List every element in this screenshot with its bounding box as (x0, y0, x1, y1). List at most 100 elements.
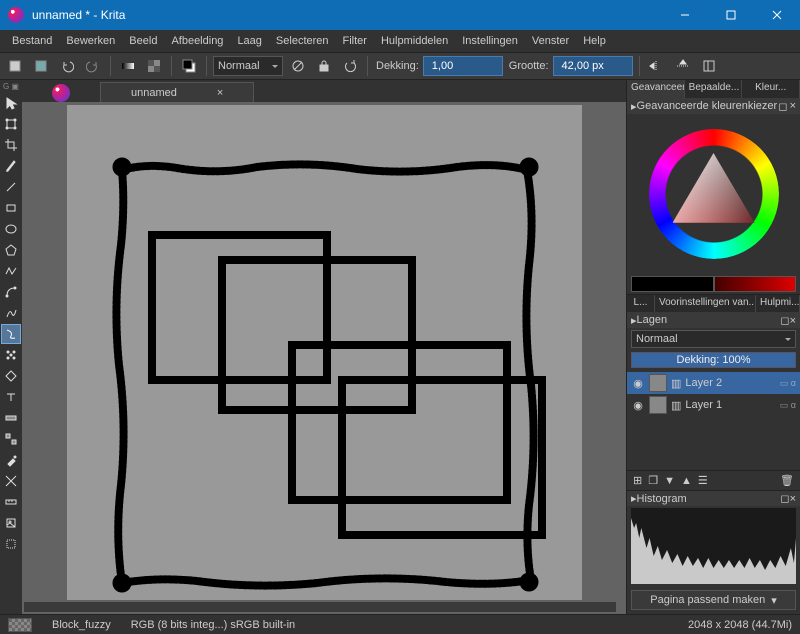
menu-afbeelding[interactable]: Afbeelding (165, 33, 229, 49)
pattern-icon[interactable] (143, 55, 165, 77)
float-layers-icon[interactable]: ◻ (780, 315, 789, 327)
tab-presets[interactable]: Voorinstellingen van... (655, 295, 756, 312)
blendmode-combo[interactable]: Normaal (213, 56, 283, 76)
fgbg-colors-icon[interactable] (178, 55, 200, 77)
layer-opacity-slider[interactable]: Dekking: 100% (631, 352, 796, 368)
menu-venster[interactable]: Venster (526, 33, 575, 49)
layer-buttons: ⊞ ❐ ▼ ▲ ☰ 🗑 (627, 470, 800, 490)
tool-rectangle[interactable] (1, 198, 21, 218)
tool-gradient-edit[interactable] (1, 408, 21, 428)
tool-brush[interactable] (1, 156, 21, 176)
tool-crop[interactable] (1, 135, 21, 155)
gradient-icon[interactable] (117, 55, 139, 77)
menu-bewerken[interactable]: Bewerken (60, 33, 121, 49)
close-layers-icon[interactable]: × (790, 315, 796, 327)
layer-name[interactable]: Layer 2 (685, 377, 722, 389)
float-panel-icon[interactable]: ◻ (778, 100, 787, 113)
size-label: Grootte: (509, 60, 549, 72)
canvas-area[interactable] (22, 102, 626, 602)
add-layer-icon[interactable]: ⊞ (633, 474, 642, 487)
canvas[interactable] (67, 105, 582, 600)
menu-help[interactable]: Help (577, 33, 612, 49)
tool-freehand-path[interactable] (1, 303, 21, 323)
menu-hulpmiddelen[interactable]: Hulpmiddelen (375, 33, 454, 49)
tool-assistant[interactable] (1, 471, 21, 491)
new-icon[interactable] (4, 55, 26, 77)
tool-edit-shapes[interactable] (1, 366, 21, 386)
fit-page-button[interactable]: Pagina passend maken▾ (631, 590, 796, 610)
menu-filter[interactable]: Filter (337, 33, 373, 49)
size-field[interactable]: 42,00 px (553, 56, 633, 76)
tool-line[interactable] (1, 177, 21, 197)
menu-instellingen[interactable]: Instellingen (456, 33, 524, 49)
minimize-button[interactable] (662, 0, 708, 30)
tool-polyline[interactable] (1, 261, 21, 281)
duplicate-layer-icon[interactable]: ❐ (648, 474, 658, 487)
save-icon[interactable] (30, 55, 52, 77)
tab-layers-short[interactable]: L... (627, 295, 655, 312)
window-title: unnamed * - Krita (32, 8, 662, 22)
redo-icon[interactable] (82, 55, 104, 77)
opacity-field[interactable]: 1,00 (423, 56, 503, 76)
tab-color[interactable]: Kleur... (742, 80, 800, 98)
document-tab[interactable]: unnamed × (100, 82, 254, 102)
menu-beeld[interactable]: Beeld (123, 33, 163, 49)
workspace-icon[interactable] (698, 55, 720, 77)
menu-selecteren[interactable]: Selecteren (270, 33, 335, 49)
histogram-display (631, 508, 796, 584)
h-scrollbar[interactable] (24, 602, 616, 612)
close-button[interactable] (754, 0, 800, 30)
close-panel-icon[interactable]: × (790, 100, 796, 113)
statusbar: Block_fuzzy RGB (8 bits integ...) sRGB b… (0, 614, 800, 634)
tool-move[interactable] (1, 93, 21, 113)
layer-blendmode-combo[interactable]: Normaal (631, 330, 796, 348)
layer-row[interactable]: ◉ ▥ Layer 2 ▭ α (627, 372, 800, 394)
close-histo-icon[interactable]: × (790, 493, 796, 505)
float-histo-icon[interactable]: ◻ (780, 493, 789, 505)
tool-multibrush[interactable] (1, 345, 21, 365)
close-tab-icon[interactable]: × (217, 87, 223, 99)
tab-advanced-color[interactable]: Geavanceerde... (627, 80, 685, 98)
visibility-icon[interactable]: ◉ (631, 377, 645, 390)
undo-icon[interactable] (56, 55, 78, 77)
histogram-header: ▸Histogram ◻× (627, 490, 800, 506)
status-dimensions: 2048 x 2048 (44.7Mi) (688, 619, 792, 631)
visibility-icon[interactable]: ◉ (631, 399, 645, 412)
maximize-button[interactable] (708, 0, 754, 30)
main-toolbar: Normaal Dekking: 1,00 Grootte: 42,00 px (0, 52, 800, 80)
menubar: Bestand Bewerken Beeld Afbeelding Laag S… (0, 30, 800, 52)
tab-specific-color[interactable]: Bepaalde... (685, 80, 743, 98)
color-wheel[interactable] (627, 114, 800, 274)
mirror-h-icon[interactable] (646, 55, 668, 77)
tool-measure[interactable] (1, 492, 21, 512)
tool-ellipse[interactable] (1, 219, 21, 239)
tool-select-rect[interactable] (1, 534, 21, 554)
mirror-v-icon[interactable] (672, 55, 694, 77)
tool-transform[interactable] (1, 114, 21, 134)
tool-polygon[interactable] (1, 240, 21, 260)
toolbox-handle[interactable]: G ▣ (3, 82, 19, 92)
layer-thumb (649, 396, 667, 414)
menu-bestand[interactable]: Bestand (6, 33, 58, 49)
blendmode-erase-icon[interactable] (287, 55, 309, 77)
tool-text[interactable] (1, 387, 21, 407)
move-up-icon[interactable]: ▲ (681, 475, 692, 487)
menu-laag[interactable]: Laag (231, 33, 267, 49)
toolbox: G ▣ (0, 80, 22, 614)
delete-layer-icon[interactable]: 🗑 (780, 474, 794, 487)
color-history[interactable] (631, 276, 796, 292)
tool-smart-fill[interactable] (1, 450, 21, 470)
tool-reference[interactable] (1, 513, 21, 533)
layer-row[interactable]: ◉ ▥ Layer 1 ▭ α (627, 394, 800, 416)
layer-name[interactable]: Layer 1 (685, 399, 722, 411)
krita-logo-icon[interactable] (52, 84, 70, 102)
tool-pattern-edit[interactable] (1, 429, 21, 449)
reload-preset-icon[interactable] (339, 55, 361, 77)
status-swatch-icon[interactable] (8, 618, 32, 632)
move-down-icon[interactable]: ▼ (664, 475, 675, 487)
alpha-lock-icon[interactable] (313, 55, 335, 77)
layer-properties-icon[interactable]: ☰ (698, 474, 708, 487)
tool-dynamic-brush[interactable] (1, 324, 21, 344)
tool-bezier[interactable] (1, 282, 21, 302)
tab-tools[interactable]: Hulpmi... (756, 295, 800, 312)
